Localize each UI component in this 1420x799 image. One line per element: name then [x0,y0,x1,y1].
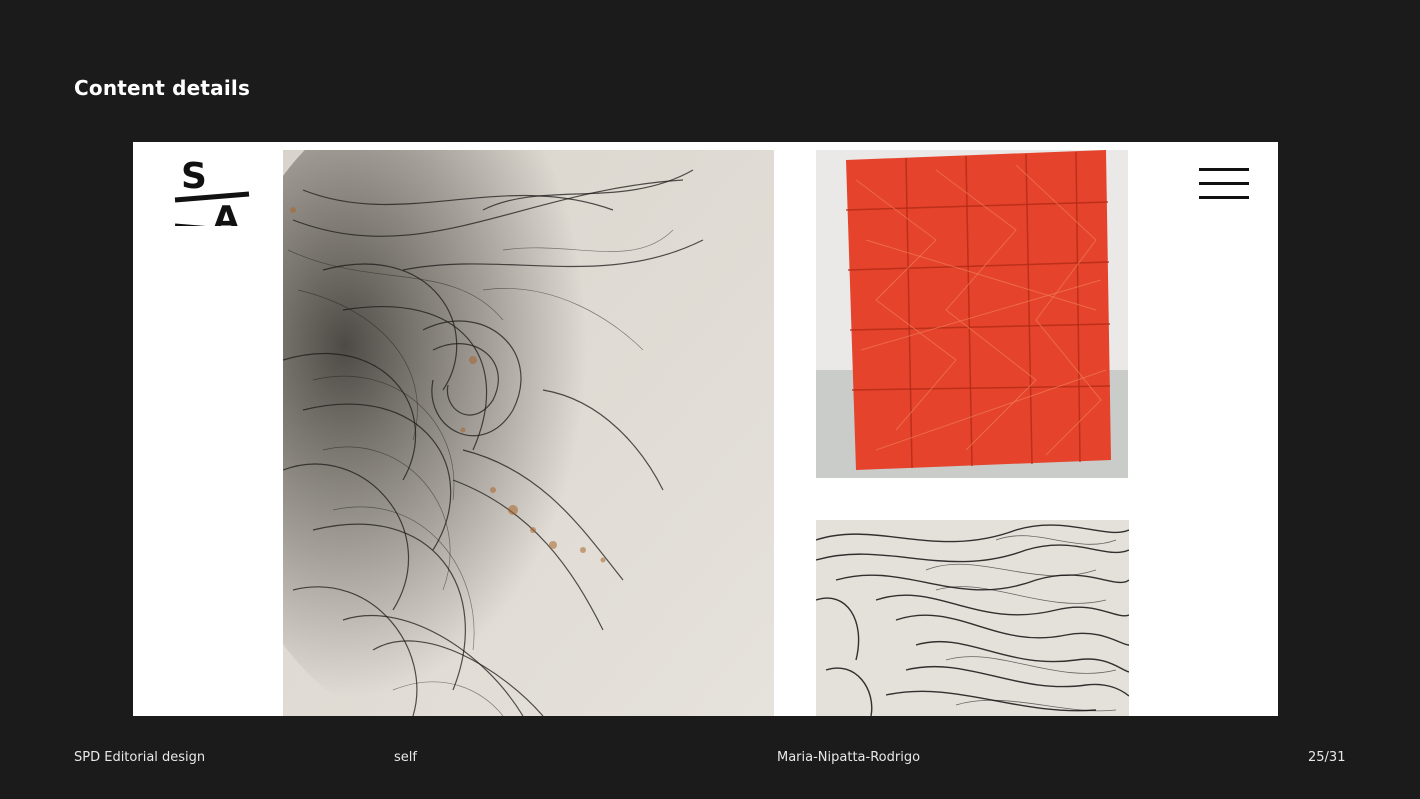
logo-letter-s: S [181,156,207,197]
footer-course: SPD Editorial design [74,750,206,765]
website-mockup: S A [133,142,1278,716]
footer-author: Maria-Nipatta-Rodrigo [777,750,921,765]
hamburger-menu-icon[interactable] [1199,166,1251,202]
footer-page-number: 25/31 [1308,750,1346,765]
footer-project-type: self [394,750,417,765]
slide-title: Content details [74,76,251,100]
slide: Content details S A SPD Editorial design… [0,0,1420,799]
artwork-ink-detail[interactable] [816,520,1129,716]
site-logo[interactable]: S A [173,154,253,239]
artwork-ink-large[interactable] [283,150,774,716]
logo-letter-a: A [213,199,240,226]
artwork-red-sculpture[interactable] [816,150,1128,478]
